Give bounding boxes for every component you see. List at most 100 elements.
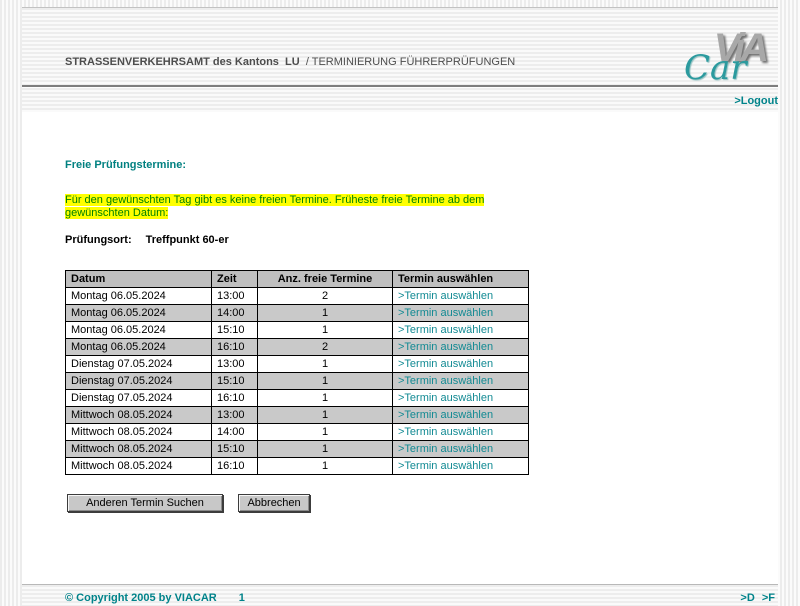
select-appointment-link[interactable]: >Termin auswählen xyxy=(398,460,493,472)
table-row: Montag 06.05.202416:102 >Termin auswählen xyxy=(66,339,529,356)
language-link-german[interactable]: >D xyxy=(740,592,754,604)
cell-anzahl: 1 xyxy=(258,373,393,390)
cell-zeit: 16:10 xyxy=(212,339,258,356)
free-appointments-table: Datum Zeit Anz. freie Termine Termin aus… xyxy=(65,270,529,475)
cell-termin-auswaehlen: >Termin auswählen xyxy=(393,356,529,373)
select-appointment-link[interactable]: >Termin auswählen xyxy=(398,324,493,336)
cell-datum: Montag 06.05.2024 xyxy=(66,288,212,305)
cell-datum: Mittwoch 08.05.2024 xyxy=(66,441,212,458)
exam-location-line: Prüfungsort: Treffpunkt 60-er xyxy=(65,234,229,246)
cell-zeit: 13:00 xyxy=(212,356,258,373)
cell-termin-auswaehlen: >Termin auswählen xyxy=(393,322,529,339)
cell-anzahl: 1 xyxy=(258,390,393,407)
cell-anzahl: 1 xyxy=(258,458,393,475)
cell-termin-auswaehlen: >Termin auswählen xyxy=(393,373,529,390)
select-appointment-link[interactable]: >Termin auswählen xyxy=(398,307,493,319)
language-link-french[interactable]: >F xyxy=(762,592,775,604)
table-row: Montag 06.05.202414:001 >Termin auswählen xyxy=(66,305,529,322)
cell-datum: Dienstag 07.05.2024 xyxy=(66,356,212,373)
cell-termin-auswaehlen: >Termin auswählen xyxy=(393,339,529,356)
select-appointment-link[interactable]: >Termin auswählen xyxy=(398,375,493,387)
select-appointment-link[interactable]: >Termin auswählen xyxy=(398,409,493,421)
cell-termin-auswaehlen: >Termin auswählen xyxy=(393,407,529,424)
table-row: Dienstag 07.05.202415:101 >Termin auswähl… xyxy=(66,373,529,390)
table-row: Dienstag 07.05.202416:101 >Termin auswähl… xyxy=(66,390,529,407)
page-footer: © Copyright 2005 by VIACAR 1 >D >F xyxy=(22,584,778,606)
logout-bar: >Logout xyxy=(22,88,778,112)
cell-datum: Mittwoch 08.05.2024 xyxy=(66,424,212,441)
no-free-appointments-notice: Für den gewünschten Tag gibt es keine fr… xyxy=(65,194,517,219)
table-row: Montag 06.05.202413:002 >Termin auswählen xyxy=(66,288,529,305)
search-other-appointment-button[interactable]: Anderen Termin Suchen xyxy=(67,494,223,512)
copyright-text: © Copyright 2005 by VIACAR 1 xyxy=(65,592,245,604)
cell-termin-auswaehlen: >Termin auswählen xyxy=(393,288,529,305)
cancel-button[interactable]: Abbrechen xyxy=(238,494,309,512)
cell-termin-auswaehlen: >Termin auswählen xyxy=(393,458,529,475)
table-row: Mittwoch 08.05.202416:101 >Termin auswähl… xyxy=(66,458,529,475)
app-header: STRASSENVERKEHRSAMT des Kantons LU / TER… xyxy=(22,7,778,85)
main-content: Freie Prüfungstermine: Für den gewünscht… xyxy=(22,112,778,584)
column-header-datum: Datum xyxy=(66,271,212,288)
cell-anzahl: 1 xyxy=(258,441,393,458)
cell-zeit: 15:10 xyxy=(212,373,258,390)
table-row: Mittwoch 08.05.202415:101 >Termin auswähl… xyxy=(66,441,529,458)
exam-location-value: Treffpunkt 60-er xyxy=(146,234,229,246)
page-number: 1 xyxy=(239,592,245,604)
select-appointment-link[interactable]: >Termin auswählen xyxy=(398,426,493,438)
cell-datum: Mittwoch 08.05.2024 xyxy=(66,458,212,475)
cell-anzahl: 1 xyxy=(258,322,393,339)
select-appointment-link[interactable]: >Termin auswählen xyxy=(398,358,493,370)
cell-datum: Dienstag 07.05.2024 xyxy=(66,373,212,390)
select-appointment-link[interactable]: >Termin auswählen xyxy=(398,443,493,455)
table-row: Dienstag 07.05.202413:001 >Termin auswähl… xyxy=(66,356,529,373)
cell-zeit: 13:00 xyxy=(212,407,258,424)
notice-highlighted-text: Für den gewünschten Tag gibt es keine fr… xyxy=(65,194,484,219)
viacar-logo-car-text: Car xyxy=(684,50,747,86)
page-title: Freie Prüfungstermine: xyxy=(65,159,186,171)
cell-termin-auswaehlen: >Termin auswählen xyxy=(393,441,529,458)
app-title-org: STRASSENVERKEHRSAMT des Kantons LU xyxy=(65,56,300,68)
viacar-logo: ViA Car xyxy=(682,28,774,90)
language-switcher: >D >F xyxy=(736,592,775,604)
select-appointment-link[interactable]: >Termin auswählen xyxy=(398,341,493,353)
cell-zeit: 16:10 xyxy=(212,458,258,475)
cell-anzahl: 1 xyxy=(258,356,393,373)
cell-zeit: 16:10 xyxy=(212,390,258,407)
cell-anzahl: 1 xyxy=(258,407,393,424)
cell-datum: Montag 06.05.2024 xyxy=(66,322,212,339)
cell-zeit: 14:00 xyxy=(212,424,258,441)
column-header-zeit: Zeit xyxy=(212,271,258,288)
exam-location-label: Prüfungsort: xyxy=(65,234,132,246)
cell-anzahl: 1 xyxy=(258,424,393,441)
table-row: Montag 06.05.202415:101 >Termin auswählen xyxy=(66,322,529,339)
cell-zeit: 15:10 xyxy=(212,322,258,339)
cell-datum: Montag 06.05.2024 xyxy=(66,305,212,322)
cell-zeit: 14:00 xyxy=(212,305,258,322)
page-container: STRASSENVERKEHRSAMT des Kantons LU / TER… xyxy=(22,7,778,606)
cell-anzahl: 1 xyxy=(258,305,393,322)
cell-datum: Montag 06.05.2024 xyxy=(66,339,212,356)
cell-anzahl: 2 xyxy=(258,288,393,305)
cell-termin-auswaehlen: >Termin auswählen xyxy=(393,305,529,322)
page-background: { "header": { "title_bold": "STRASSENVER… xyxy=(0,0,800,600)
app-title-section: / TERMINIERUNG FÜHRERPRÜFUNGEN xyxy=(300,56,516,68)
copyright-label: © Copyright 2005 by VIACAR xyxy=(65,592,217,604)
cell-zeit: 15:10 xyxy=(212,441,258,458)
cell-anzahl: 2 xyxy=(258,339,393,356)
cell-zeit: 13:00 xyxy=(212,288,258,305)
cell-termin-auswaehlen: >Termin auswählen xyxy=(393,424,529,441)
app-title: STRASSENVERKEHRSAMT des Kantons LU / TER… xyxy=(65,56,515,68)
cell-termin-auswaehlen: >Termin auswählen xyxy=(393,390,529,407)
cell-datum: Mittwoch 08.05.2024 xyxy=(66,407,212,424)
logout-link[interactable]: >Logout xyxy=(734,95,778,107)
table-row: Mittwoch 08.05.202414:001 >Termin auswähl… xyxy=(66,424,529,441)
select-appointment-link[interactable]: >Termin auswählen xyxy=(398,392,493,404)
termine-table-body: Montag 06.05.202413:002>Termin auswählen… xyxy=(66,288,529,475)
column-header-anzahl: Anz. freie Termine xyxy=(258,271,393,288)
select-appointment-link[interactable]: >Termin auswählen xyxy=(398,290,493,302)
action-button-row: Anderen Termin Suchen Abbrechen xyxy=(67,494,310,512)
table-header-row: Datum Zeit Anz. freie Termine Termin aus… xyxy=(66,271,529,288)
cell-datum: Dienstag 07.05.2024 xyxy=(66,390,212,407)
column-header-auswaehlen: Termin auswählen xyxy=(393,271,529,288)
table-row: Mittwoch 08.05.202413:001 >Termin auswähl… xyxy=(66,407,529,424)
